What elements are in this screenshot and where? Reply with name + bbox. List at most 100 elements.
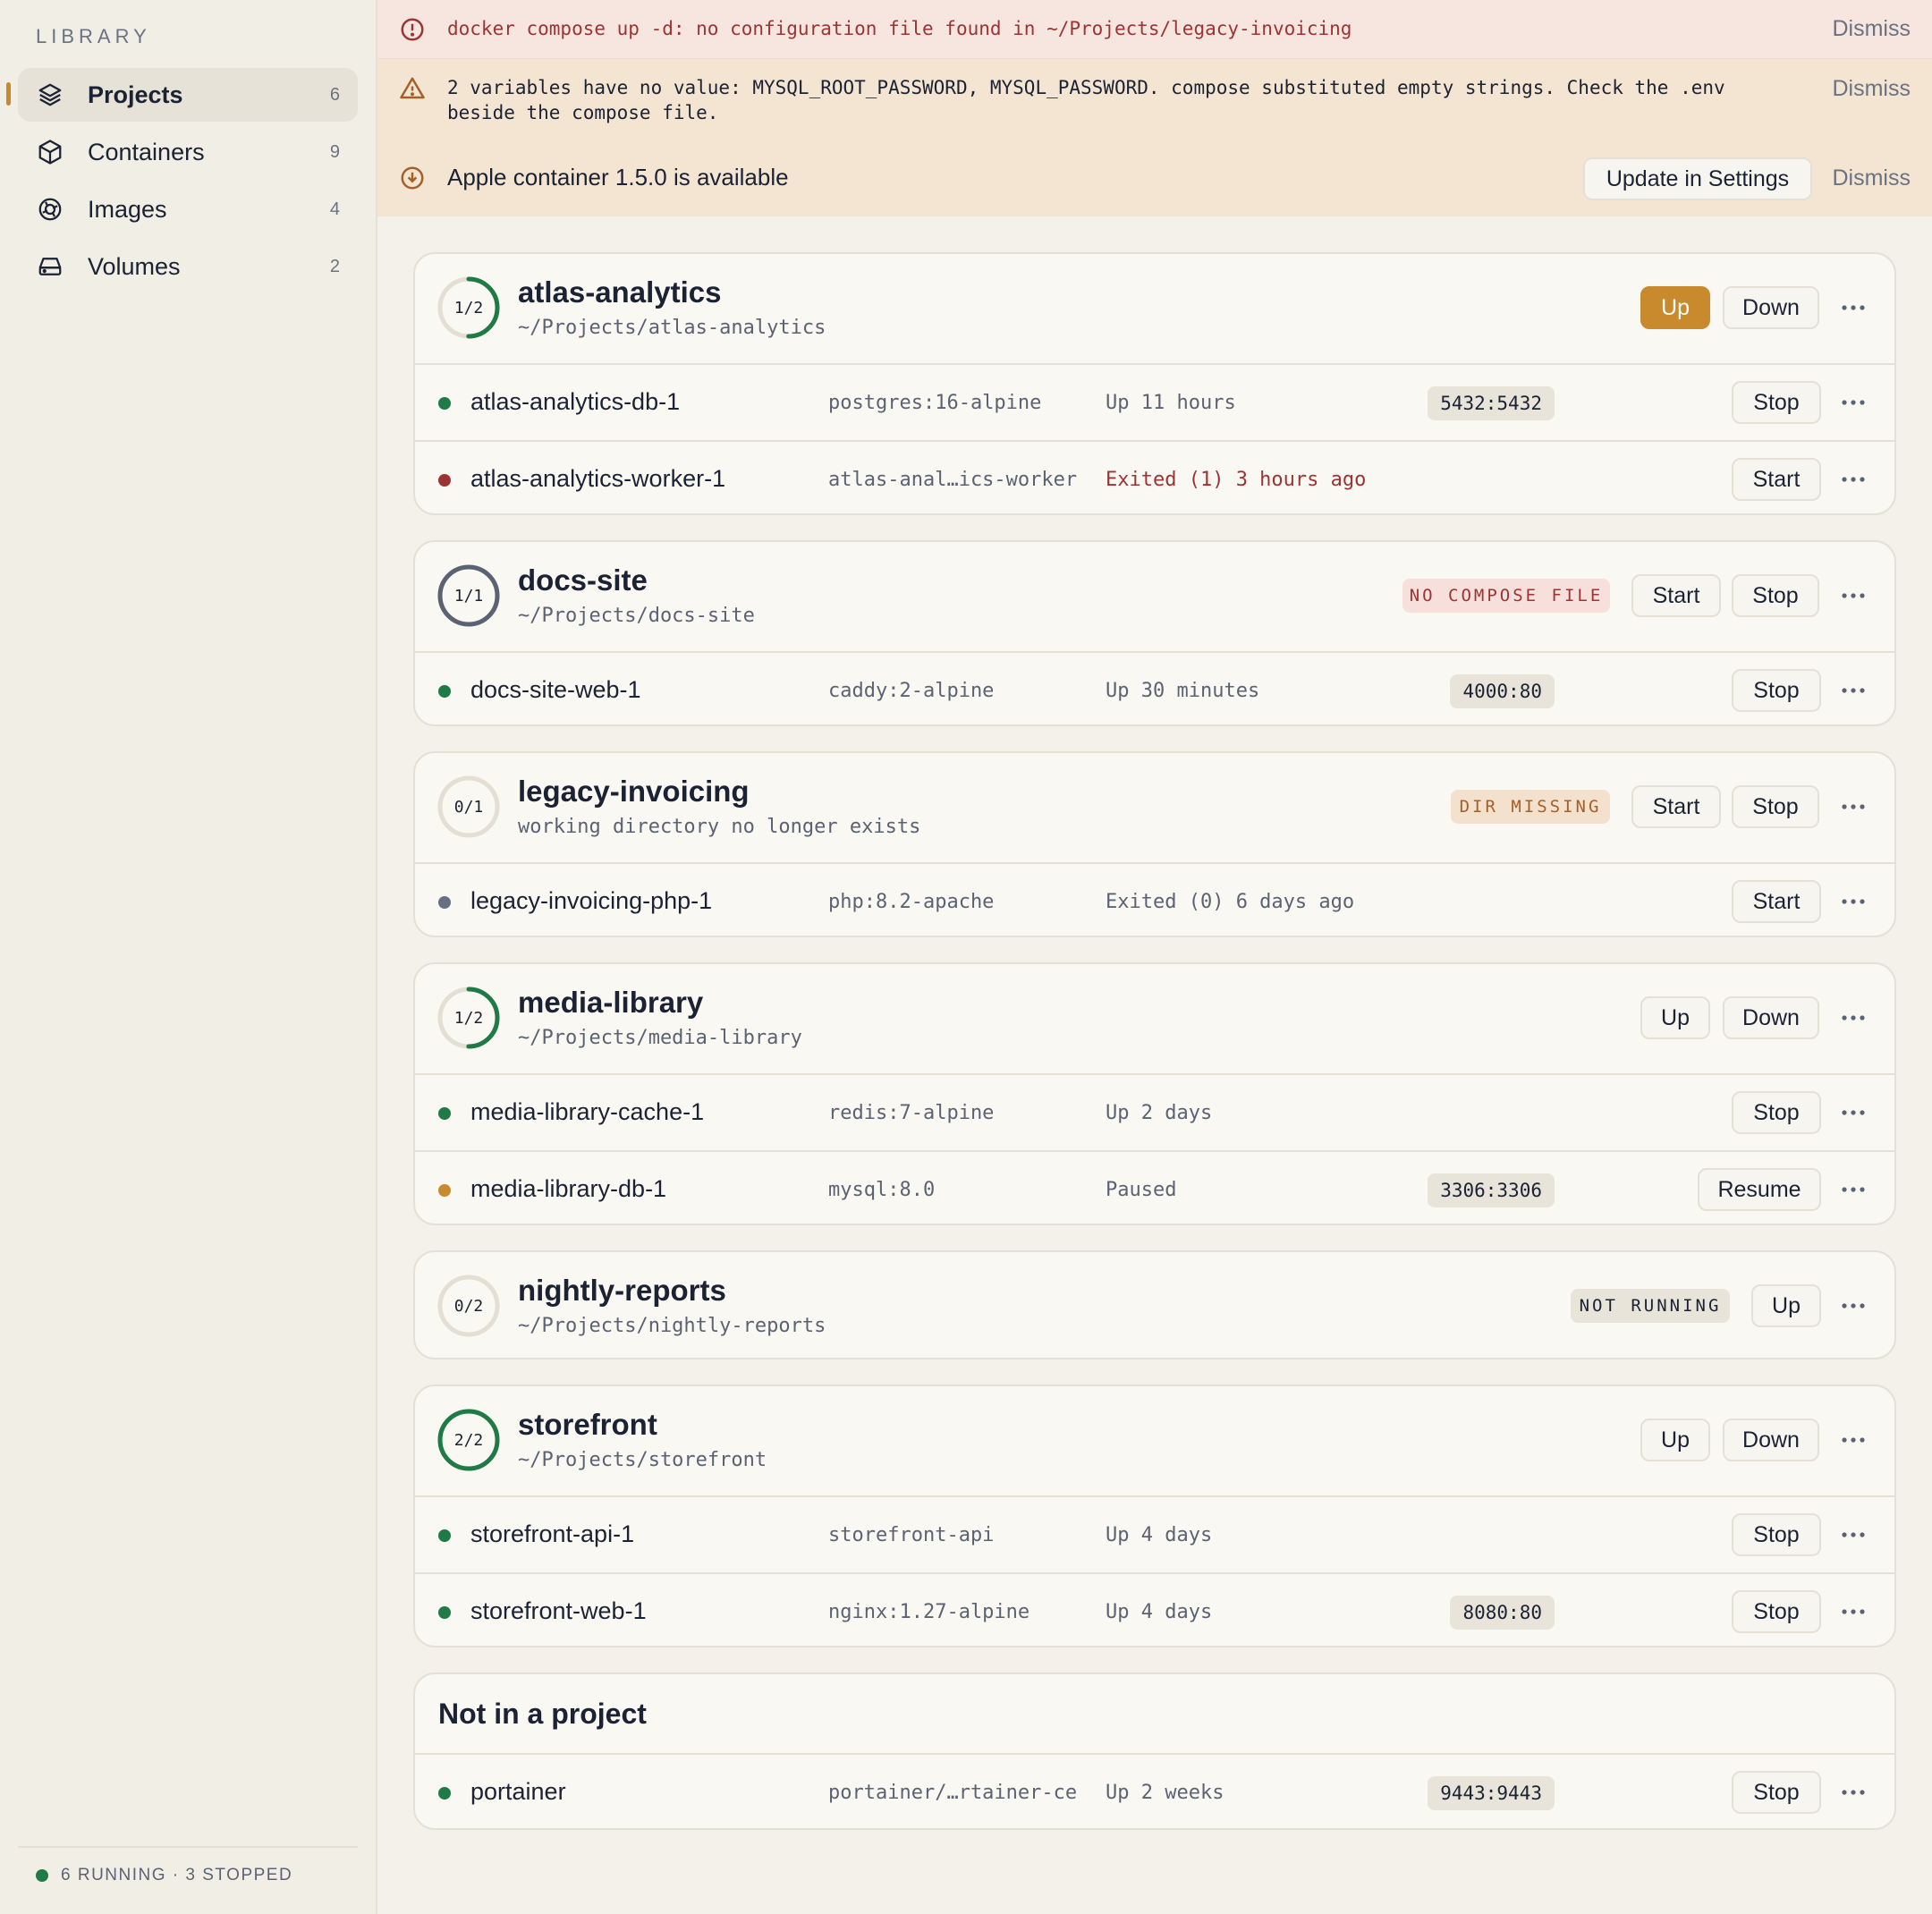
container-status: Up 30 minutes xyxy=(1106,680,1260,702)
more-icon[interactable] xyxy=(1835,673,1871,708)
error-circle-icon xyxy=(399,16,428,45)
more-icon[interactable] xyxy=(1835,1000,1871,1036)
sidebar: LIBRARY Projects 6 Containers 9 Images 4… xyxy=(0,0,377,1914)
sidebar-heading: LIBRARY xyxy=(36,25,151,47)
container-status: Paused xyxy=(1106,1179,1177,1201)
stop-button[interactable]: Stop xyxy=(1732,669,1821,712)
container-name: media-library-cache-1 xyxy=(470,1098,705,1125)
stop-button[interactable]: Stop xyxy=(1732,1513,1821,1556)
start-button[interactable]: Start xyxy=(1732,458,1821,501)
box-icon xyxy=(36,138,64,166)
project-header: 0/1 legacy-invoicing working directory n… xyxy=(415,753,1894,862)
running-ratio: 1/2 xyxy=(453,298,484,318)
container-status: Exited (0) 6 days ago xyxy=(1106,891,1355,913)
status-dot xyxy=(438,1787,451,1800)
container-name: media-library-db-1 xyxy=(470,1175,667,1202)
more-icon[interactable] xyxy=(1835,884,1871,919)
sidebar-divider xyxy=(18,1846,358,1848)
more-icon[interactable] xyxy=(1835,1172,1871,1207)
stop-button[interactable]: Stop xyxy=(1732,574,1819,617)
status-dot xyxy=(438,685,451,698)
sidebar-item-count: 2 xyxy=(329,256,340,276)
dismiss-error-button[interactable]: Dismiss xyxy=(1833,16,1911,42)
sidebar-item-containers[interactable]: Containers 9 xyxy=(18,125,358,179)
update-in-settings-button[interactable]: Update in Settings xyxy=(1583,157,1812,200)
port-badge: 9443:9443 xyxy=(1428,1776,1555,1810)
project-path: ~/Projects/media-library xyxy=(518,1027,802,1049)
download-circle-icon xyxy=(399,165,428,193)
stop-button[interactable]: Stop xyxy=(1732,785,1819,828)
up-button[interactable]: Up xyxy=(1640,1419,1710,1461)
more-icon[interactable] xyxy=(1835,1288,1871,1324)
down-button[interactable]: Down xyxy=(1723,996,1819,1039)
project-header: 1/2 atlas-analytics ~/Projects/atlas-ana… xyxy=(415,254,1894,363)
start-button[interactable]: Start xyxy=(1631,785,1721,828)
more-icon[interactable] xyxy=(1835,462,1871,497)
port-badge: 4000:80 xyxy=(1450,674,1555,708)
resume-button[interactable]: Resume xyxy=(1698,1168,1821,1211)
down-button[interactable]: Down xyxy=(1723,1419,1819,1461)
more-icon[interactable] xyxy=(1835,789,1871,825)
container-image: nginx:1.27-alpine xyxy=(828,1601,1030,1623)
container-image: redis:7-alpine xyxy=(828,1102,995,1124)
stop-button[interactable]: Stop xyxy=(1732,381,1821,424)
status-badge: DIR MISSING xyxy=(1451,790,1610,824)
project-title: nightly-reports xyxy=(518,1274,726,1307)
stop-button[interactable]: Stop xyxy=(1732,1091,1821,1134)
more-icon[interactable] xyxy=(1835,1095,1871,1131)
status-dot xyxy=(438,1606,451,1619)
project-title: docs-site xyxy=(518,563,648,597)
status-dot xyxy=(438,474,451,487)
container-row: storefront-api-1 storefront-api Up 4 day… xyxy=(415,1495,1894,1572)
more-icon[interactable] xyxy=(1835,290,1871,326)
container-row: portainer portainer/…rtainer-ce Up 2 wee… xyxy=(415,1753,1894,1830)
project-path: ~/Projects/atlas-analytics xyxy=(518,317,826,339)
sidebar-item-volumes[interactable]: Volumes 2 xyxy=(18,240,358,293)
container-status: Up 2 days xyxy=(1106,1102,1213,1124)
warning-message-line: 2 variables have no value: MYSQL_ROOT_PA… xyxy=(447,77,1725,98)
down-button[interactable]: Down xyxy=(1723,286,1819,329)
project-header: 1/1 docs-site ~/Projects/docs-site NO CO… xyxy=(415,542,1894,651)
container-name: portainer xyxy=(470,1778,566,1805)
update-message: Apple container 1.5.0 is available xyxy=(447,164,789,191)
start-button[interactable]: Start xyxy=(1631,574,1721,617)
standalone-card: Not in a project portainer portainer/…rt… xyxy=(413,1673,1896,1830)
container-name: legacy-invoicing-php-1 xyxy=(470,887,713,914)
container-name: docs-site-web-1 xyxy=(470,676,641,703)
dismiss-update-button[interactable]: Dismiss xyxy=(1833,165,1911,191)
port-badge: 3306:3306 xyxy=(1428,1173,1555,1207)
stop-button[interactable]: Stop xyxy=(1732,1771,1821,1814)
stop-button[interactable]: Stop xyxy=(1732,1590,1821,1633)
status-dot xyxy=(438,1184,451,1197)
more-icon[interactable] xyxy=(1835,1594,1871,1630)
project-card: 0/1 legacy-invoicing working directory n… xyxy=(413,751,1896,937)
project-header: 2/2 storefront ~/Projects/storefront Up … xyxy=(415,1386,1894,1495)
project-title: media-library xyxy=(518,986,704,1019)
dismiss-warning-button[interactable]: Dismiss xyxy=(1833,76,1911,102)
start-button[interactable]: Start xyxy=(1732,880,1821,923)
project-path: ~/Projects/nightly-reports xyxy=(518,1315,826,1337)
more-icon[interactable] xyxy=(1835,1774,1871,1810)
sidebar-item-projects[interactable]: Projects 6 xyxy=(18,68,358,122)
more-icon[interactable] xyxy=(1835,1422,1871,1458)
port-badge: 5432:5432 xyxy=(1428,386,1555,420)
project-title: storefront xyxy=(518,1408,657,1441)
container-status: Up 4 days xyxy=(1106,1601,1213,1623)
up-button[interactable]: Up xyxy=(1751,1284,1821,1327)
disc-icon xyxy=(36,195,64,224)
project-card: 1/1 docs-site ~/Projects/docs-site NO CO… xyxy=(413,540,1896,726)
status-dot xyxy=(438,1107,451,1120)
project-header: 1/2 media-library ~/Projects/media-libra… xyxy=(415,964,1894,1073)
more-icon[interactable] xyxy=(1835,1517,1871,1553)
project-path: working directory no longer exists xyxy=(518,816,921,838)
container-row: media-library-cache-1 redis:7-alpine Up … xyxy=(415,1073,1894,1150)
status-dot xyxy=(438,397,451,410)
up-button[interactable]: Up xyxy=(1640,286,1710,329)
more-icon[interactable] xyxy=(1835,578,1871,614)
sidebar-item-images[interactable]: Images 4 xyxy=(18,182,358,236)
container-name: storefront-api-1 xyxy=(470,1520,635,1547)
container-name: storefront-web-1 xyxy=(470,1597,647,1624)
container-image: portainer/…rtainer-ce xyxy=(828,1782,1078,1804)
up-button[interactable]: Up xyxy=(1640,996,1710,1039)
more-icon[interactable] xyxy=(1835,385,1871,420)
